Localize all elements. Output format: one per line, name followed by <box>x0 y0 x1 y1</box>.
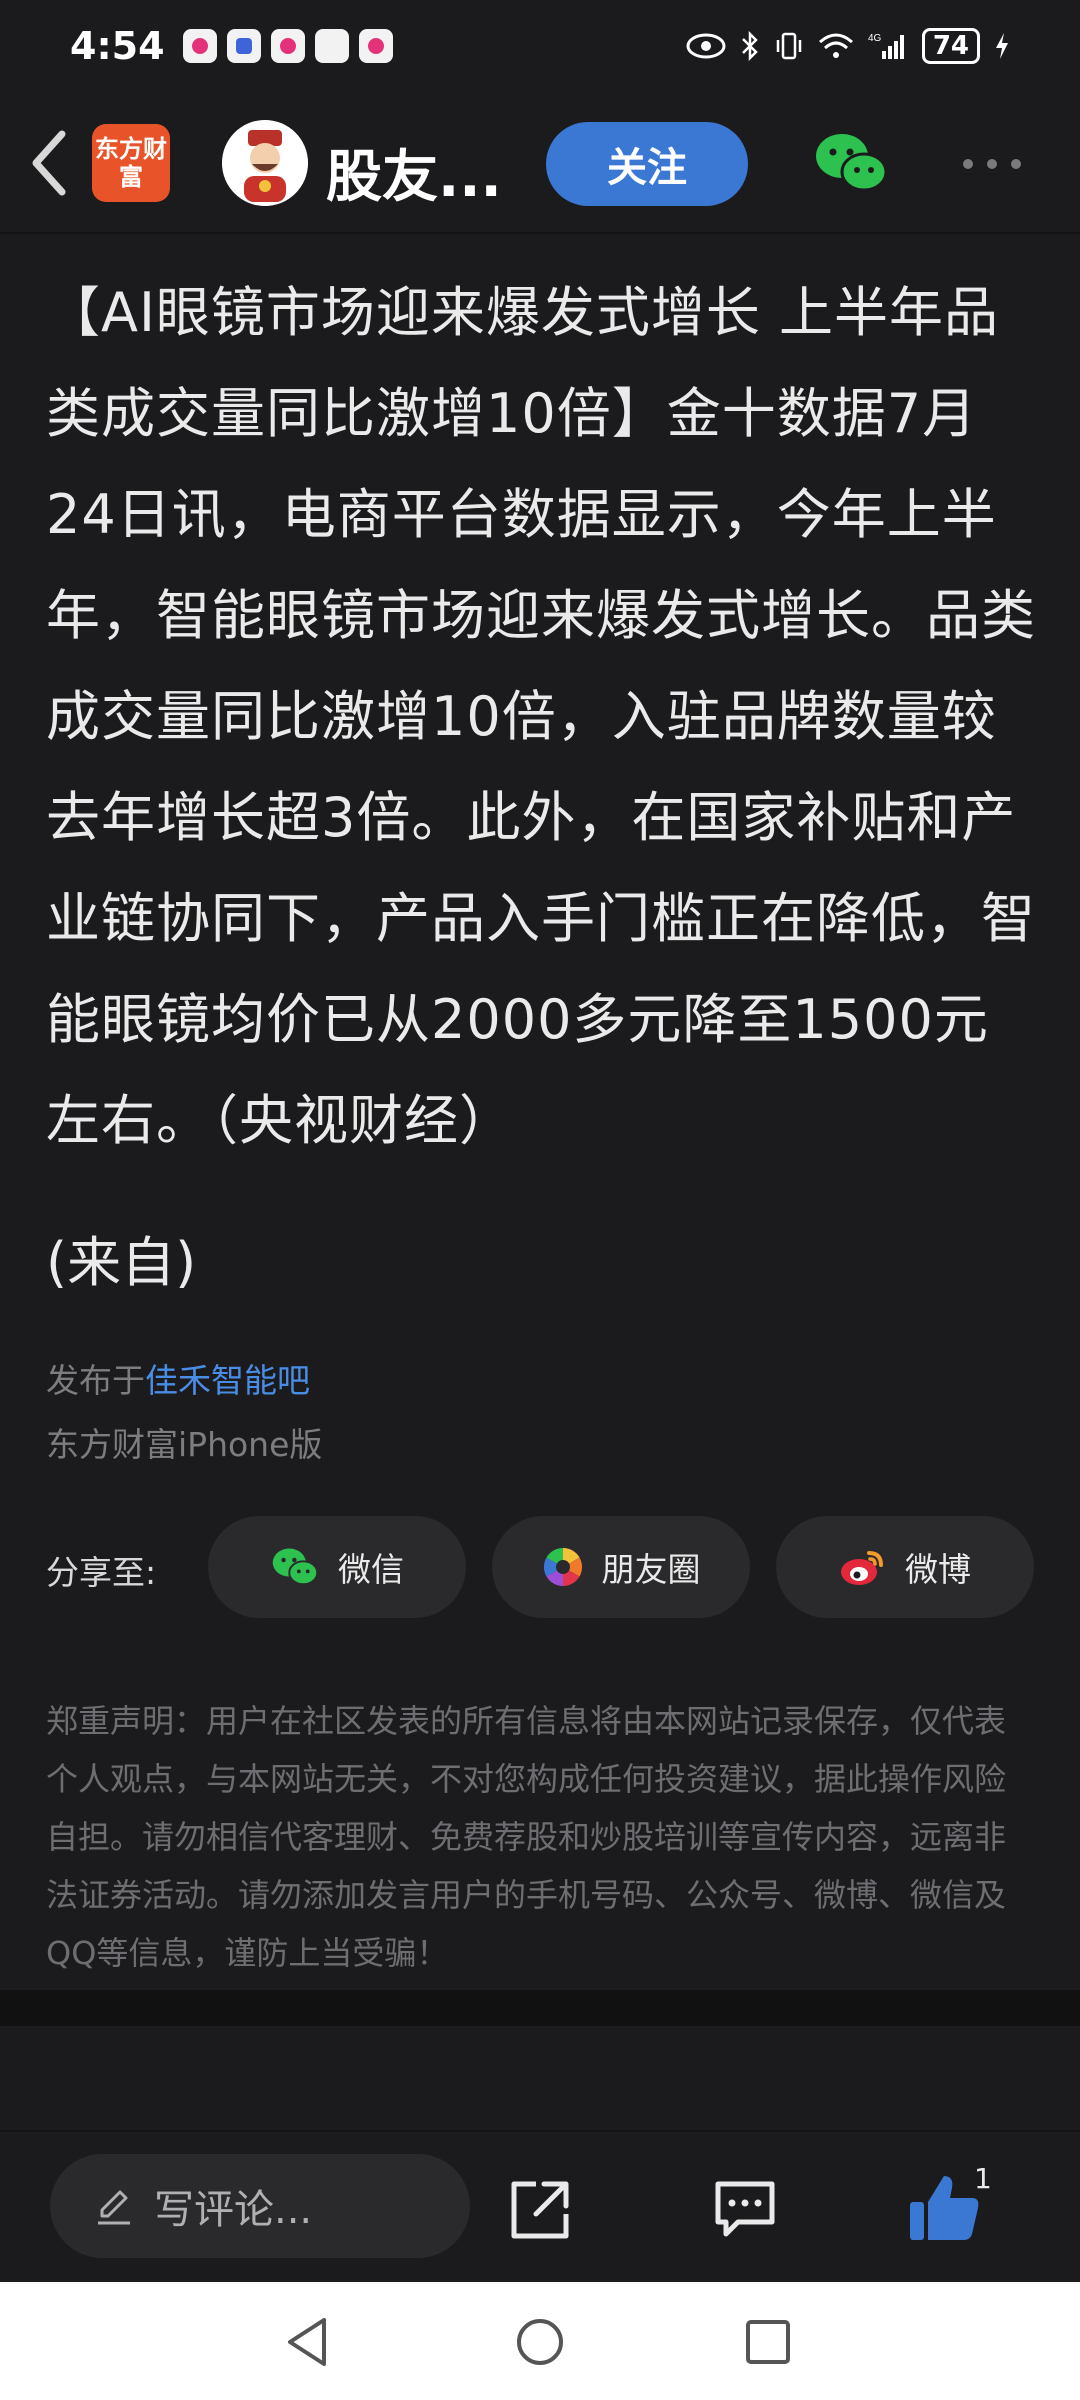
bluetooth-icon <box>741 31 758 61</box>
comment-placeholder: 写评论... <box>154 2187 313 2233</box>
system-nav-bar <box>0 2282 1080 2400</box>
comments-icon[interactable] <box>712 2178 778 2240</box>
hotspot-notification-icon <box>314 29 349 63</box>
share-weibo-label: 微博 <box>905 1550 971 1589</box>
section-divider <box>0 1990 1080 2026</box>
app-logo[interactable]: 东方财富 <box>92 124 170 202</box>
fortune-god-avatar-icon <box>222 120 308 206</box>
share-wechat-label: 微信 <box>338 1550 404 1589</box>
moments-icon <box>543 1548 582 1586</box>
wechat-share-icon[interactable] <box>814 130 888 196</box>
post-source: (来自) <box>46 1231 197 1294</box>
disclaimer: 郑重声明：用户在社区发表的所有信息将由本网站记录保存，仅代表个人观点，与本网站无… <box>46 1702 1007 1972</box>
post-body: 【AI眼镜市场迎来爆发式增长 上半年品类成交量同比激增10倍】金十数据7月24日… <box>46 281 1036 1152</box>
notification-app-icon <box>270 29 305 63</box>
network-type: 4G <box>868 33 882 44</box>
published-prefix: 发布于 <box>46 1361 145 1400</box>
notification-app-icon <box>358 29 393 63</box>
avatar[interactable] <box>222 120 308 206</box>
bottom-action-bar: 写评论... 1 <box>0 2130 1080 2282</box>
system-home-icon[interactable] <box>510 2312 570 2372</box>
notification-app-icon <box>182 29 217 63</box>
client-info: 东方财富iPhone版 <box>46 1425 323 1464</box>
thumbs-up-icon[interactable] <box>908 2172 982 2244</box>
follow-button[interactable]: 关注 <box>546 122 748 206</box>
status-right: 4G 74 <box>686 28 1010 64</box>
username[interactable]: 股友... <box>326 132 502 213</box>
system-recents-icon[interactable] <box>738 2312 798 2372</box>
weibo-icon <box>841 1551 883 1585</box>
board-link[interactable]: 佳禾智能吧 <box>145 1361 310 1400</box>
status-left: 4:54 <box>70 24 393 68</box>
share-weibo-button[interactable]: 微博 <box>776 1516 1034 1618</box>
wechat-icon <box>272 1548 319 1586</box>
top-nav-bar: 东方财富 股友... 关注 <box>0 92 1080 234</box>
charging-icon <box>996 33 1008 59</box>
share-icon[interactable] <box>506 2178 572 2244</box>
system-back-icon[interactable] <box>278 2312 338 2372</box>
pencil-icon <box>98 2190 130 2225</box>
published-info: 发布于佳禾智能吧 <box>46 1354 310 1402</box>
share-wechat-button[interactable]: 微信 <box>208 1516 466 1618</box>
share-label: 分享至: <box>46 1553 157 1592</box>
share-moments-label: 朋友圈 <box>601 1550 701 1589</box>
battery-indicator: 74 <box>921 28 980 64</box>
back-arrow-icon[interactable] <box>24 126 74 200</box>
signal-icon: 4G <box>868 33 904 59</box>
comment-input[interactable]: 写评论... <box>50 2154 470 2258</box>
clock: 4:54 <box>70 24 165 68</box>
share-row: 分享至: 微信 朋友圈 微博 <box>46 1516 1036 1620</box>
share-moments-button[interactable]: 朋友圈 <box>492 1516 750 1618</box>
status-bar: 4:54 4G 74 <box>0 0 1080 92</box>
eye-icon <box>686 33 726 59</box>
like-count: 1 <box>974 2162 992 2195</box>
wifi-icon <box>818 33 853 58</box>
music-notification-icon <box>226 29 261 63</box>
more-options-icon[interactable] <box>960 152 1024 176</box>
vibrate-icon <box>776 32 802 60</box>
